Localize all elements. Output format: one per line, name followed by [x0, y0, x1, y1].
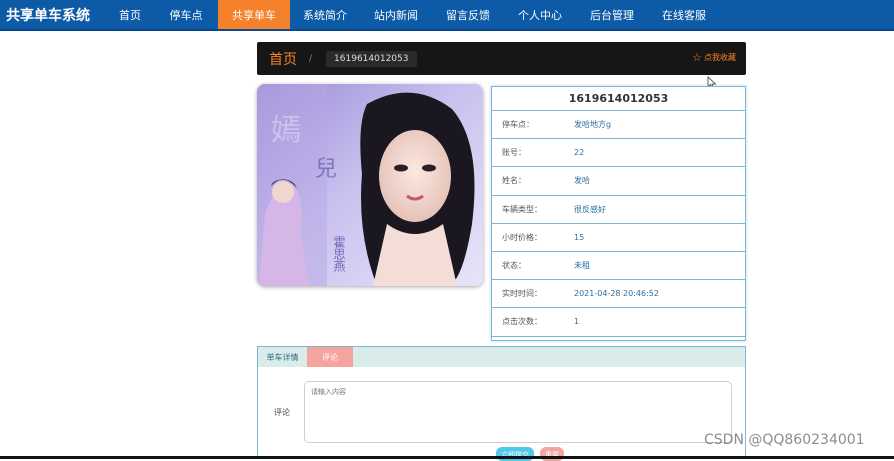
nav-item-support[interactable]: 在线客服 [648, 0, 720, 29]
favorite-label: 点我收藏 [704, 53, 736, 62]
nav-item-profile[interactable]: 个人中心 [504, 0, 576, 29]
breadcrumb-home[interactable]: 首页 [269, 49, 297, 69]
top-nav: 共享单车系统 首页 停车点 共享单车 系统简介 站内新闻 留言反馈 个人中心 后… [0, 0, 894, 31]
tab-comments[interactable]: 评论 [307, 347, 353, 367]
table-row: 账号： 22 [492, 139, 745, 168]
row-key: 点击次数： [502, 317, 542, 327]
table-row: 停车点： 发哈地方g [492, 111, 745, 140]
table-row: 姓名： 发哈 [492, 167, 745, 196]
comment-label: 评论 [274, 408, 290, 417]
nav-item-news[interactable]: 站内新闻 [360, 0, 432, 29]
row-key: 姓名： [502, 176, 526, 186]
favorite-button[interactable]: ☆ 点我收藏 [692, 51, 736, 64]
table-row: 小时价格： 15 [492, 224, 745, 252]
row-value: 15 [574, 232, 585, 242]
table-row: 实时时间： 2021-04-28 20:46:52 [492, 280, 745, 309]
table-row: 状态： 未租 [492, 252, 745, 281]
row-value: 发哈地方g [574, 120, 612, 130]
watermark: CSDN @QQ860234001 [704, 432, 865, 448]
nav-list: 首页 停车点 共享单车 系统简介 站内新闻 留言反馈 个人中心 后台管理 在线客… [106, 0, 720, 29]
breadcrumb-separator: / [309, 53, 313, 64]
row-key: 账号： [502, 148, 526, 158]
svg-text:兒: 兒 [315, 157, 337, 182]
row-key: 实时时间： [502, 289, 542, 299]
row-key: 状态： [502, 261, 526, 271]
row-value: 很反感好 [574, 204, 606, 214]
table-row: 点击次数： 1 [492, 308, 745, 337]
table-row: 车辆类型： 很反感好 [492, 196, 745, 224]
nav-item-parking[interactable]: 停车点 [154, 0, 218, 29]
comment-input[interactable] [304, 381, 732, 443]
tab-bike-details[interactable]: 单车详情 [258, 347, 307, 367]
row-value: 发哈 [574, 176, 590, 186]
nav-item-admin[interactable]: 后台管理 [576, 0, 648, 29]
info-title: 1619614012053 [492, 87, 745, 111]
row-value: 22 [574, 148, 585, 158]
breadcrumb-current: 1619614012053 [326, 50, 417, 67]
bike-info-table: 1619614012053 停车点： 发哈地方g 账号： 22 姓名： 发哈 车… [491, 86, 746, 341]
tab-bar: 单车详情 评论 [258, 347, 745, 367]
row-value: 2021-04-28 20:46:52 [574, 289, 659, 299]
nav-item-bikes[interactable]: 共享单车 [218, 0, 290, 29]
star-icon: ☆ [692, 51, 702, 64]
row-value: 1 [574, 317, 580, 327]
breadcrumb-bar: 首页 / 1619614012053 ☆ 点我收藏 [257, 42, 746, 75]
detail-tabs: 单车详情 评论 评论 立即提交 重置 [257, 346, 746, 461]
nav-item-home[interactable]: 首页 [106, 0, 154, 29]
svg-text:嫣: 嫣 [271, 113, 301, 148]
nav-item-feedback[interactable]: 留言反馈 [432, 0, 504, 29]
nav-item-about[interactable]: 系统简介 [290, 0, 360, 29]
row-key: 停车点： [502, 120, 534, 130]
row-value: 未租 [574, 261, 590, 271]
svg-text:霍思燕: 霍思燕 [332, 236, 346, 273]
row-key: 小时价格： [502, 232, 542, 242]
bike-photo: 兒 霍思燕 嫣 [257, 84, 483, 286]
row-key: 车辆类型： [502, 204, 542, 214]
site-brand[interactable]: 共享单车系统 [0, 5, 106, 25]
